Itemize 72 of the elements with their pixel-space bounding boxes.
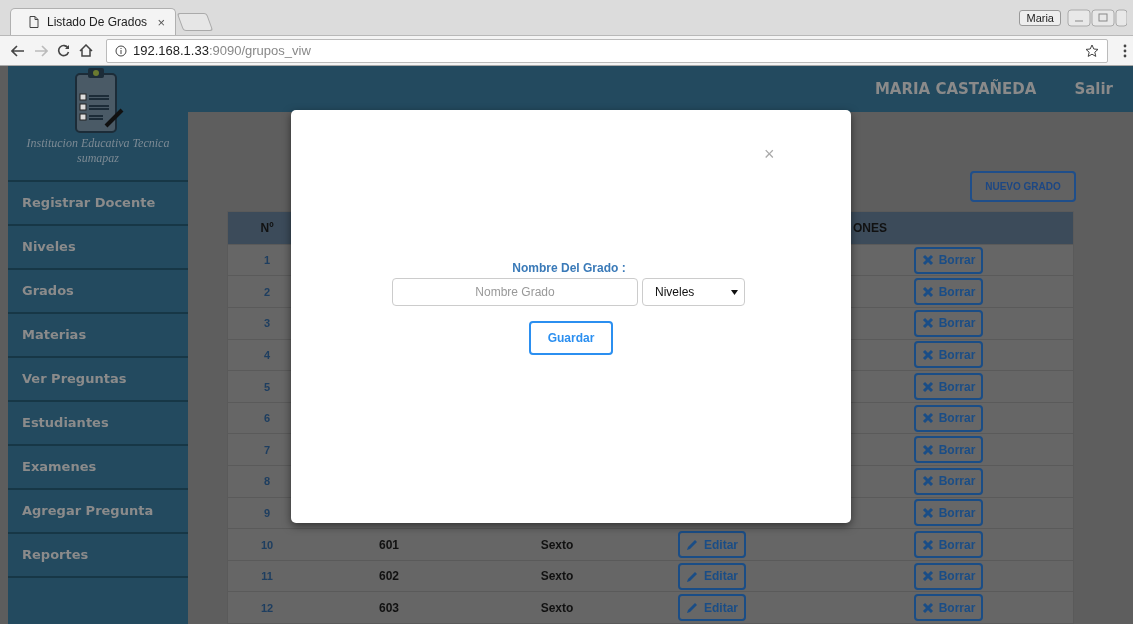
page-icon <box>29 16 39 28</box>
delete-button[interactable]: Borrar <box>913 309 984 337</box>
edit-button[interactable]: Editar <box>678 562 746 590</box>
delete-button[interactable]: Borrar <box>913 594 984 622</box>
delete-button[interactable]: Borrar <box>913 373 984 401</box>
column-header: Nº <box>259 220 275 235</box>
close-icon <box>921 348 934 361</box>
row-number: 8 <box>262 475 272 488</box>
table-cell: Sexto <box>540 600 574 615</box>
delete-button[interactable]: Borrar <box>913 436 984 464</box>
delete-button[interactable]: Borrar <box>913 404 984 432</box>
tab-close-button[interactable]: × <box>157 14 165 30</box>
row-number: 3 <box>262 317 272 330</box>
delete-button[interactable]: Borrar <box>913 562 984 590</box>
row-number: 7 <box>262 443 272 456</box>
close-icon <box>921 443 934 456</box>
row-number: 9 <box>262 506 272 519</box>
delete-button[interactable]: Borrar <box>913 246 984 274</box>
delete-button[interactable]: Borrar <box>913 531 984 558</box>
row-number: 11 <box>260 570 274 583</box>
table-cell: Sexto <box>540 537 574 552</box>
info-icon <box>115 44 127 57</box>
row-number: 1 <box>262 254 272 267</box>
levels-dropdown[interactable]: Niveles <box>642 278 745 306</box>
edit-button[interactable]: Editar <box>678 594 746 622</box>
grade-name-field[interactable]: Nombre Grado <box>392 278 638 306</box>
back-icon[interactable] <box>11 44 25 57</box>
user-name: MARIA CASTAÑEDA <box>874 79 1037 98</box>
address-field[interactable]: 192.168.1.33:9090/grupos_viw <box>106 38 1108 63</box>
row-number: 10 <box>259 538 275 551</box>
pencil-icon <box>686 569 699 583</box>
menu-icon[interactable] <box>1123 43 1127 58</box>
tab-title: Listado De Grados <box>47 15 149 29</box>
close-icon <box>921 317 934 330</box>
table-cell: 603 <box>379 600 399 615</box>
close-icon <box>921 412 934 425</box>
delete-button[interactable]: Borrar <box>913 278 984 306</box>
logout-link[interactable]: Salir <box>1074 79 1113 98</box>
close-button[interactable]: × <box>764 144 775 165</box>
school-name: Institucion Educativa Tecnica sumapaz <box>25 136 171 166</box>
table-cell: 601 <box>379 537 399 552</box>
save-button[interactable]: Guardar <box>529 321 613 355</box>
table-cell: 602 <box>379 569 399 584</box>
row-number: 12 <box>259 601 275 614</box>
close-icon <box>921 570 934 583</box>
star-icon[interactable] <box>1085 43 1099 58</box>
table-cell: Sexto <box>540 569 574 584</box>
caret-icon <box>731 289 738 295</box>
row-number: 2 <box>262 285 272 298</box>
column-header: ONES <box>852 220 888 235</box>
close-icon <box>921 254 934 267</box>
delete-button[interactable]: Borrar <box>913 499 984 527</box>
close-icon <box>921 601 934 614</box>
row-number: 5 <box>262 380 272 393</box>
close-icon <box>921 506 934 519</box>
close-icon <box>921 380 934 393</box>
pencil-icon <box>686 538 699 551</box>
profile-button[interactable]: Maria <box>1019 9 1061 26</box>
delete-button[interactable]: Borrar <box>913 467 984 495</box>
reload-icon[interactable] <box>57 44 70 57</box>
pencil-icon <box>686 601 699 615</box>
close-icon <box>921 538 934 551</box>
close-icon <box>921 475 934 488</box>
row-number: 6 <box>262 412 272 425</box>
home-icon[interactable] <box>79 44 93 57</box>
new-grade-button[interactable]: NUEVO GRADO <box>970 170 1076 202</box>
delete-button[interactable]: Borrar <box>913 341 984 369</box>
field-label: Nombre Del Grado : <box>512 261 626 275</box>
browser-tab[interactable]: Listado De Grados × <box>10 8 176 35</box>
close-icon <box>921 285 934 298</box>
row-number: 4 <box>262 348 272 361</box>
edit-button[interactable]: Editar <box>678 531 746 558</box>
